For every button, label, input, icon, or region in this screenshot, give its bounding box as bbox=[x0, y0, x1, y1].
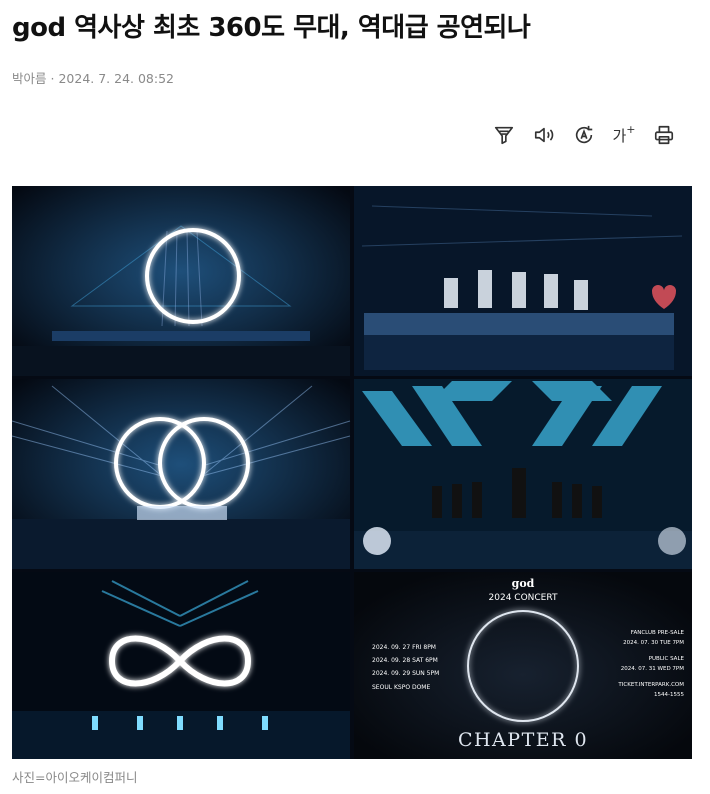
speaker-icon bbox=[534, 127, 554, 143]
stage-photo-ring bbox=[12, 186, 350, 376]
font-size-icon: 가 bbox=[612, 126, 627, 145]
poster-date-1: 2024. 09. 27 FRI 8PM bbox=[372, 644, 436, 651]
poster-phone: 1544-1555 bbox=[654, 692, 684, 698]
published-time: 2024. 7. 24. 08:52 bbox=[58, 71, 175, 86]
poster-brand: god bbox=[512, 577, 535, 590]
poster-date-3: 2024. 09. 29 SUN 5PM bbox=[372, 670, 439, 677]
byline-separator: · bbox=[50, 71, 55, 86]
stage-photo-double-ring bbox=[12, 379, 351, 569]
poster-ticket-site: TICKET.INTERPARK.COM bbox=[617, 682, 684, 688]
print-button[interactable] bbox=[644, 121, 684, 149]
author-name: 박아름 bbox=[12, 71, 47, 86]
translate-icon bbox=[575, 125, 593, 144]
poster-public-date: 2024. 07. 31 WED 7PM bbox=[621, 666, 684, 672]
poster-chapter: CHAPTER 0 bbox=[458, 729, 588, 751]
poster-fanclub-date: 2024. 07. 30 TUE 7PM bbox=[623, 640, 684, 646]
poster-venue: SEOUL KSPO DOME bbox=[372, 684, 430, 691]
article-byline: 박아름 · 2024. 7. 24. 08:52 bbox=[12, 68, 174, 87]
print-icon bbox=[654, 125, 674, 145]
stage-photo-infinity bbox=[12, 572, 350, 759]
article-toolbar: 가 + bbox=[484, 121, 684, 149]
poster-date-2: 2024. 09. 28 SAT 6PM bbox=[372, 657, 438, 664]
article-photo: god 2024 CONCERT 2024. 09. 27 FRI 8PM 20… bbox=[12, 186, 692, 759]
article-headline: god 역사상 최초 360도 무대, 역대급 공연되나 bbox=[12, 13, 531, 43]
poster-public-label: PUBLIC SALE bbox=[649, 656, 685, 662]
translate-button[interactable] bbox=[564, 121, 604, 149]
poster-fanclub-label: FANCLUB PRE-SALE bbox=[631, 630, 685, 636]
stage-photo-dancers bbox=[354, 379, 692, 569]
photo-caption: 사진=아이오케이컴퍼니 bbox=[12, 770, 138, 785]
listen-button[interactable] bbox=[524, 121, 564, 149]
summary-icon bbox=[494, 126, 514, 145]
stage-photo-members bbox=[354, 186, 692, 376]
summary-button[interactable] bbox=[484, 121, 524, 149]
font-size-button[interactable]: 가 + bbox=[604, 121, 644, 149]
concert-collage: god 2024 CONCERT 2024. 09. 27 FRI 8PM 20… bbox=[12, 186, 692, 759]
poster-concert-title: 2024 CONCERT bbox=[489, 593, 558, 603]
